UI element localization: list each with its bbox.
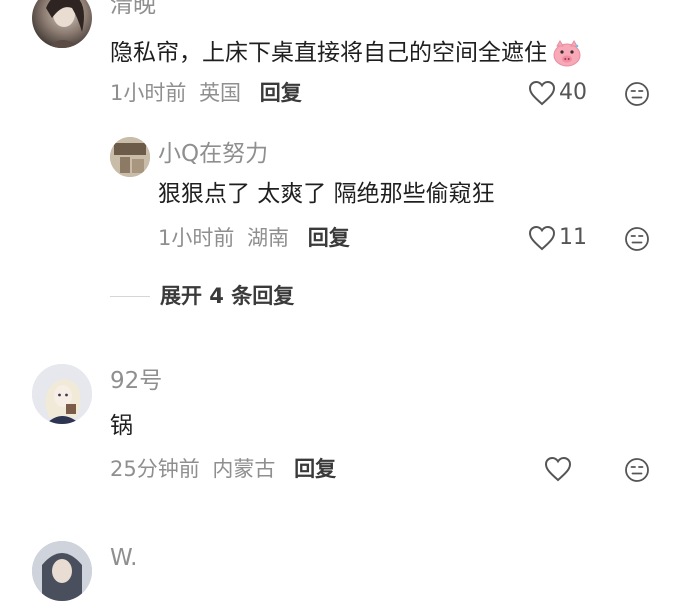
avatar-image bbox=[32, 541, 92, 601]
avatar-image bbox=[46, 0, 84, 48]
heart-icon bbox=[528, 80, 556, 106]
comment-text: 隐私帘，上床下桌直接将自己的空间全遮住 bbox=[110, 38, 583, 68]
dislike-button[interactable] bbox=[624, 457, 650, 487]
comment-meta: 25分钟前 内蒙古 回复 bbox=[110, 459, 336, 480]
expand-replies-label: 展开 4 条回复 bbox=[160, 284, 295, 308]
heart-icon bbox=[528, 225, 556, 251]
dislike-button[interactable] bbox=[624, 81, 650, 111]
comment-location: 内蒙古 bbox=[212, 457, 276, 481]
comment-text-content: 隐私帘，上床下桌直接将自己的空间全遮住 bbox=[110, 39, 547, 66]
like-count: 11 bbox=[559, 225, 587, 250]
avatar-image bbox=[32, 364, 92, 424]
comment-location: 英国 bbox=[199, 81, 242, 105]
neutral-face-icon bbox=[625, 82, 649, 106]
like-button[interactable]: 40 bbox=[528, 80, 587, 106]
reply-button[interactable]: 回复 bbox=[260, 81, 302, 105]
like-button[interactable] bbox=[544, 456, 575, 482]
divider bbox=[110, 296, 150, 297]
neutral-face-icon bbox=[625, 227, 649, 251]
comment-meta: 1小时前 湖南 回复 bbox=[158, 228, 350, 249]
like-count: 40 bbox=[559, 80, 587, 105]
reply-button[interactable]: 回复 bbox=[294, 457, 336, 481]
comment-time: 25分钟前 bbox=[110, 457, 200, 481]
pig-face-emoji-icon bbox=[551, 38, 583, 68]
comment-username[interactable]: 清晚 bbox=[110, 0, 156, 17]
avatar[interactable] bbox=[110, 137, 150, 177]
avatar[interactable] bbox=[32, 541, 92, 601]
heart-icon bbox=[544, 456, 572, 482]
comment-text: 狠狠点了 太爽了 隔绝那些偷窥狂 bbox=[158, 181, 495, 207]
like-button[interactable]: 11 bbox=[528, 225, 587, 251]
reply-button[interactable]: 回复 bbox=[308, 226, 350, 250]
comment-time: 1小时前 bbox=[110, 81, 187, 105]
comment-username[interactable]: 92号 bbox=[110, 370, 162, 393]
comment-username[interactable]: 小Q在努力 bbox=[158, 143, 268, 166]
dislike-button[interactable] bbox=[624, 226, 650, 256]
avatar[interactable] bbox=[32, 364, 92, 424]
neutral-face-icon bbox=[625, 458, 649, 482]
expand-replies-button[interactable]: 展开 4 条回复 bbox=[110, 286, 294, 307]
avatar[interactable] bbox=[32, 0, 92, 48]
avatar-image bbox=[110, 137, 150, 177]
comment-meta: 1小时前 英国 回复 bbox=[110, 83, 302, 104]
comment-text: 锅 bbox=[110, 413, 133, 439]
comment-location: 湖南 bbox=[247, 226, 290, 250]
comment-time: 1小时前 bbox=[158, 226, 235, 250]
